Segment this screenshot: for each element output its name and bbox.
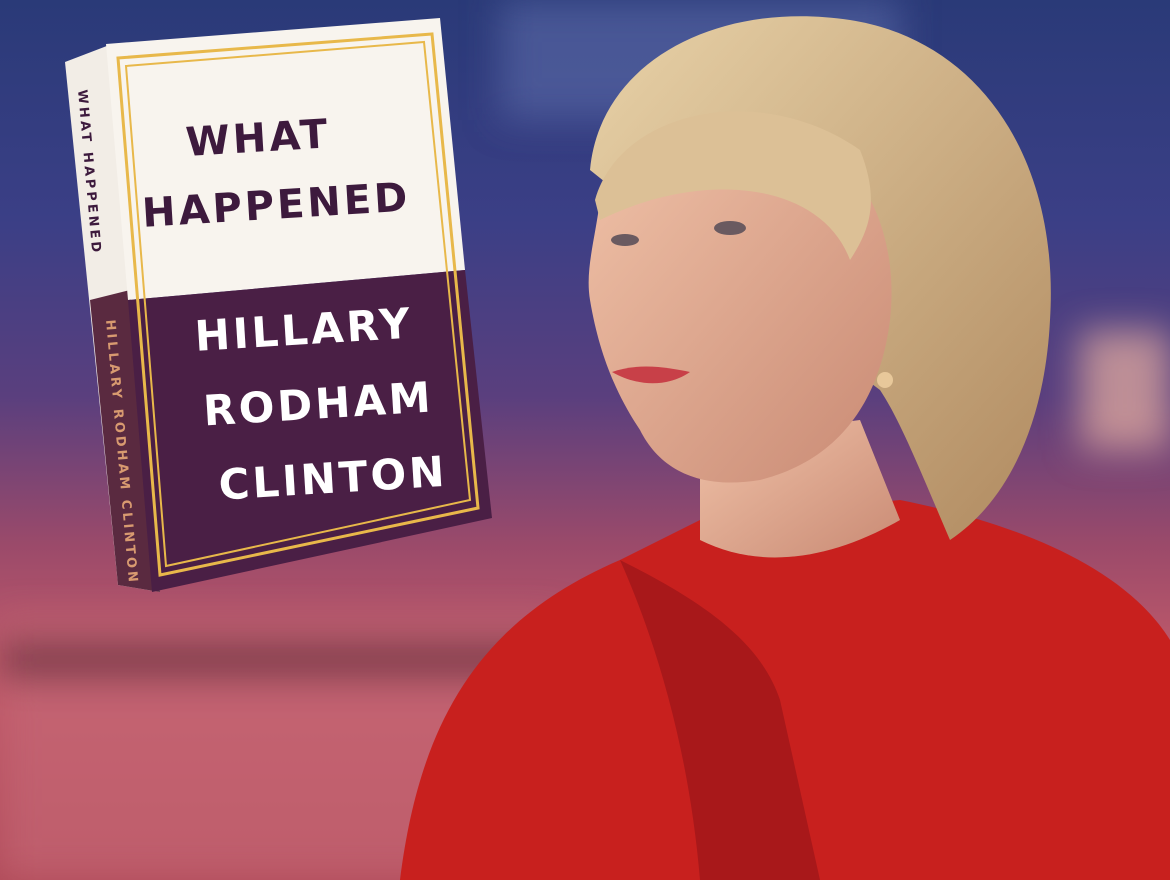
spine-title: WHAT HAPPENED bbox=[74, 89, 103, 256]
spine-author: HILLARY RODHAM CLINTON bbox=[102, 319, 140, 585]
book-title-line1: WHAT bbox=[184, 111, 331, 166]
book-text-layer: WHAT HAPPENED HILLARY RODHAM CLINTON WHA… bbox=[74, 89, 449, 585]
book-author-line1: HILLARY bbox=[193, 299, 414, 361]
book-title-line2: HAPPENED bbox=[141, 175, 412, 237]
book-author-line3: CLINTON bbox=[217, 447, 448, 510]
book-author-line2: RODHAM bbox=[202, 372, 435, 435]
